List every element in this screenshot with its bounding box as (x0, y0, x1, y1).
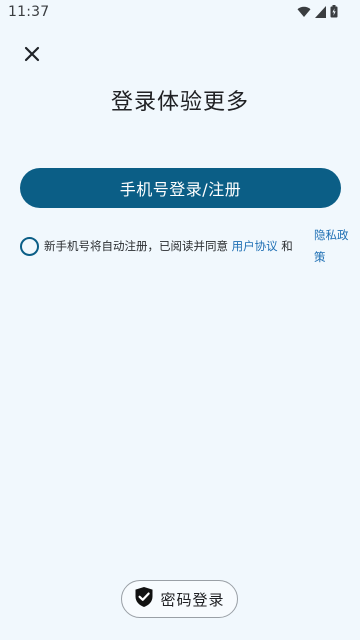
agreement-text: 新手机号将自动注册，已阅读并同意 用户协议 和 (44, 238, 293, 254)
password-login-button[interactable]: 密码登录 (121, 580, 238, 618)
status-bar: 11:37 (0, 0, 360, 26)
agreement-row: 新手机号将自动注册，已阅读并同意 用户协议 和 隐私政策 (19, 224, 359, 274)
agreement-and: 和 (277, 239, 293, 253)
status-time: 11:37 (8, 4, 50, 20)
agreement-label: 新手机号将自动注册，已阅读并同意 (44, 239, 232, 253)
close-button[interactable] (20, 44, 44, 68)
privacy-policy-link[interactable]: 隐私政策 (314, 224, 354, 268)
signal-icon (315, 5, 326, 18)
page-title: 登录体验更多 (110, 90, 249, 115)
wifi-icon (297, 6, 311, 18)
status-icons (297, 5, 338, 18)
password-login-label: 密码登录 (160, 590, 225, 609)
user-agreement-link[interactable]: 用户协议 (232, 239, 278, 253)
battery-icon (330, 5, 338, 18)
agreement-checkbox[interactable] (20, 237, 39, 256)
close-icon (24, 46, 40, 66)
shield-check-icon (134, 586, 154, 612)
phone-login-button[interactable]: 手机号登录/注册 (20, 168, 341, 208)
